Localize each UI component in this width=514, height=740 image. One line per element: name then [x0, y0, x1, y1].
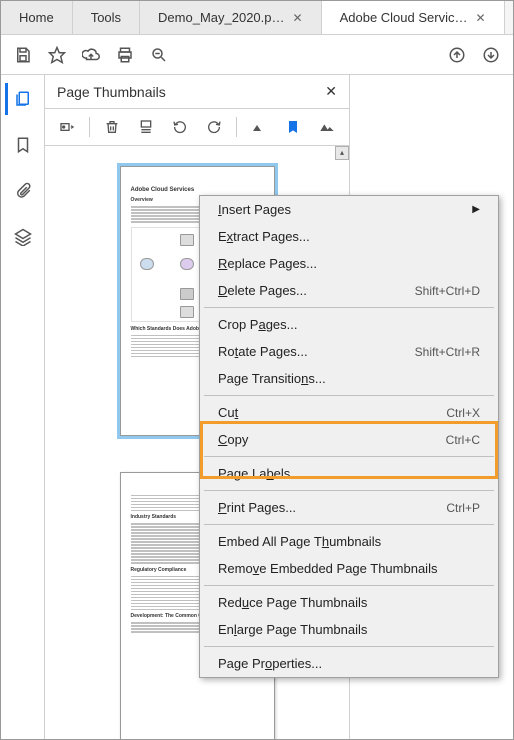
menu-separator [204, 646, 494, 647]
menu-item-label: Remove Embedded Page Thumbnails [218, 561, 437, 576]
page-down-button[interactable] [475, 39, 507, 71]
thumb-title: Adobe Cloud Services [131, 187, 264, 193]
menu-item[interactable]: Embed All Page Thumbnails [200, 528, 498, 555]
tab-label: Home [19, 10, 54, 25]
tab-tools[interactable]: Tools [73, 1, 140, 34]
sidebar-layers-icon[interactable] [7, 221, 39, 253]
menu-item-label: Replace Pages... [218, 256, 317, 271]
zoom-button[interactable] [143, 39, 175, 71]
main-toolbar [1, 35, 513, 75]
menu-item[interactable]: Delete Pages... Shift+Ctrl+D [200, 277, 498, 304]
menu-item-label: Page Transitions... [218, 371, 326, 386]
menu-separator [204, 524, 494, 525]
menu-item[interactable]: Enlarge Page Thumbnails [200, 616, 498, 643]
scroll-up-button[interactable]: ▴ [335, 146, 349, 160]
context-menu: Insert Pages ▶ Extract Pages... Replace Pag… [199, 195, 499, 678]
menu-item-label: Rotate Pages... [218, 344, 308, 359]
menu-shortcut: Ctrl+C [446, 433, 480, 447]
save-button[interactable] [7, 39, 39, 71]
menu-item[interactable]: Page Labels... [200, 460, 498, 487]
close-icon[interactable]: ✕ [293, 11, 303, 25]
menu-item[interactable]: Replace Pages... [200, 250, 498, 277]
cloud-upload-button[interactable] [75, 39, 107, 71]
menu-item-label: Crop Pages... [218, 317, 298, 332]
panel-title: Page Thumbnails [57, 84, 166, 100]
menu-item-label: Print Pages... [218, 500, 296, 515]
submenu-arrow-icon: ▶ [472, 204, 480, 215]
menu-item-label: Embed All Page Thumbnails [218, 534, 381, 549]
menu-item-label: Reduce Page Thumbnails [218, 595, 367, 610]
rotate-cw-button[interactable] [200, 113, 228, 141]
menu-item[interactable]: Crop Pages... [200, 311, 498, 338]
sidebar-attachments-icon[interactable] [7, 175, 39, 207]
menu-item[interactable]: Cut Ctrl+X [200, 399, 498, 426]
menu-item-label: Insert Pages [218, 202, 291, 217]
menu-item-label: Enlarge Page Thumbnails [218, 622, 367, 637]
menu-item[interactable]: Rotate Pages... Shift+Ctrl+R [200, 338, 498, 365]
menu-shortcut: Shift+Ctrl+R [415, 345, 480, 359]
insert-page-button[interactable] [132, 113, 160, 141]
tab-label: Tools [91, 10, 121, 25]
menu-item[interactable]: Page Transitions... [200, 365, 498, 392]
menu-item-label: Extract Pages... [218, 229, 310, 244]
print-button[interactable] [109, 39, 141, 71]
menu-item[interactable]: Page Properties... [200, 650, 498, 677]
menu-item[interactable]: Print Pages... Ctrl+P [200, 494, 498, 521]
options-button[interactable] [53, 113, 81, 141]
menu-item-label: Cut [218, 405, 238, 420]
menu-item-label: Page Properties... [218, 656, 322, 671]
menu-separator [204, 307, 494, 308]
rotate-ccw-button[interactable] [166, 113, 194, 141]
menu-item-label: Delete Pages... [218, 283, 307, 298]
menu-item[interactable]: Insert Pages ▶ [200, 196, 498, 223]
menu-item-label: Copy [218, 432, 248, 447]
menu-shortcut: Ctrl+P [446, 501, 480, 515]
tab-label: Demo_May_2020.p… [158, 10, 284, 25]
menu-separator [204, 456, 494, 457]
menu-item-label: Page Labels... [218, 466, 301, 481]
tab-adobe-cloud[interactable]: Adobe Cloud Servic… ✕ [322, 1, 505, 34]
menu-item[interactable]: Copy Ctrl+C [200, 426, 498, 453]
tab-demo-doc[interactable]: Demo_May_2020.p… ✕ [140, 1, 322, 34]
page-up-button[interactable] [441, 39, 473, 71]
menu-separator [204, 395, 494, 396]
menu-shortcut: Ctrl+X [446, 406, 480, 420]
delete-button[interactable] [98, 113, 126, 141]
menu-item[interactable]: Extract Pages... [200, 223, 498, 250]
menu-separator [204, 490, 494, 491]
menu-shortcut: Shift+Ctrl+D [415, 284, 480, 298]
panel-header: Page Thumbnails ✕ [45, 75, 349, 108]
menu-separator [204, 585, 494, 586]
document-tabs: Home Tools Demo_May_2020.p… ✕ Adobe Cloud… [1, 1, 513, 35]
photo-icon[interactable] [245, 113, 273, 141]
panel-close-icon[interactable]: ✕ [325, 83, 337, 100]
sidebar-thumbnails-icon[interactable] [5, 83, 37, 115]
tab-label: Adobe Cloud Servic… [340, 10, 468, 25]
tab-home[interactable]: Home [1, 1, 73, 34]
menu-item[interactable]: Reduce Page Thumbnails [200, 589, 498, 616]
panel-toolbar [45, 108, 349, 146]
sidebar-bookmarks-icon[interactable] [7, 129, 39, 161]
photo-alt-icon[interactable] [313, 113, 341, 141]
close-icon[interactable]: ✕ [475, 11, 485, 25]
menu-item[interactable]: Remove Embedded Page Thumbnails [200, 555, 498, 582]
navigation-sidebar [1, 75, 45, 739]
bookmark-fill-icon[interactable] [279, 113, 307, 141]
star-button[interactable] [41, 39, 73, 71]
